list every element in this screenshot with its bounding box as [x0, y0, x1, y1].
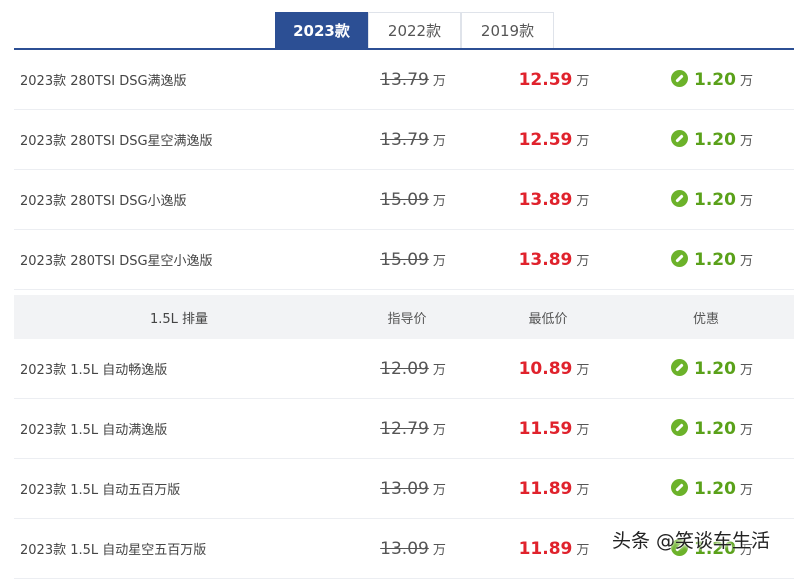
- lowest-price: 12.59: [518, 129, 573, 150]
- trim-name[interactable]: 2023款 280TSI DSG星空满逸版: [14, 130, 350, 149]
- unit: 万: [739, 193, 753, 209]
- discount: 1.20: [694, 189, 736, 210]
- lowest-price: 13.89: [518, 249, 573, 270]
- guide-price: 13.79: [380, 69, 429, 90]
- year-tabs: 2023款 2022款 2019款: [275, 12, 554, 48]
- unit: 万: [576, 542, 590, 558]
- unit: 万: [432, 73, 446, 89]
- header-guide: 指导价: [387, 311, 427, 327]
- unit: 万: [739, 362, 753, 378]
- unit: 万: [432, 542, 446, 558]
- trim-name[interactable]: 2023款 280TSI DSG星空小逸版: [14, 250, 350, 269]
- lowest-price: 11.89: [518, 538, 573, 559]
- guide-price: 12.79: [380, 418, 429, 439]
- unit: 万: [432, 422, 446, 438]
- discount: 1.20: [694, 358, 736, 379]
- discount: 1.20: [694, 129, 736, 150]
- table-row[interactable]: 2023款 280TSI DSG星空小逸版 15.09 万 13.89 万 1.20…: [14, 230, 794, 290]
- watermark: 头条 @笑谈车生活: [612, 530, 771, 552]
- lowest-price: 10.89: [518, 358, 573, 379]
- unit: 万: [739, 73, 753, 89]
- unit: 万: [432, 362, 446, 378]
- lowest-price: 11.89: [518, 478, 573, 499]
- unit: 万: [739, 482, 753, 498]
- discount-icon: [671, 418, 689, 436]
- guide-price: 15.09: [380, 189, 429, 210]
- discount: 1.20: [694, 478, 736, 499]
- discount-icon: [671, 478, 689, 496]
- discount-icon: [671, 189, 689, 207]
- discount-icon: [671, 69, 689, 87]
- unit: 万: [739, 253, 753, 269]
- unit: 万: [432, 193, 446, 209]
- header-disc: 优惠: [692, 311, 719, 327]
- group-header: 1.5L 排量 指导价 最低价 优惠: [14, 295, 794, 339]
- table-row[interactable]: 2023款 1.5L 自动满逸版 12.79 万 11.59 万 1.20 万: [14, 399, 794, 459]
- discount: 1.20: [694, 249, 736, 270]
- header-low: 最低价: [528, 311, 568, 327]
- unit: 万: [739, 133, 753, 149]
- discount-icon: [671, 358, 689, 376]
- discount-icon: [671, 249, 689, 267]
- price-table: 2023款 280TSI DSG满逸版 13.79 万 12.59 万 1.20 万 …: [14, 50, 794, 579]
- lowest-price: 11.59: [518, 418, 573, 439]
- unit: 万: [576, 253, 590, 269]
- trim-name[interactable]: 2023款 280TSI DSG满逸版: [14, 70, 350, 89]
- guide-price: 15.09: [380, 249, 429, 270]
- table-row[interactable]: 2023款 1.5L 自动畅逸版 12.09 万 10.89 万 1.20 万: [14, 339, 794, 399]
- unit: 万: [432, 253, 446, 269]
- table-row[interactable]: 2023款 280TSI DSG星空满逸版 13.79 万 12.59 万 1.20…: [14, 110, 794, 170]
- unit: 万: [576, 73, 590, 89]
- discount: 1.20: [694, 69, 736, 90]
- unit: 万: [576, 422, 590, 438]
- guide-price: 13.09: [380, 478, 429, 499]
- guide-price: 13.09: [380, 538, 429, 559]
- header-name: 1.5L 排量: [149, 311, 209, 327]
- lowest-price: 12.59: [518, 69, 573, 90]
- discount-icon: [671, 129, 689, 147]
- guide-price: 13.79: [380, 129, 429, 150]
- guide-price: 12.09: [380, 358, 429, 379]
- table-row[interactable]: 2023款 280TSI DSG小逸版 15.09 万 13.89 万 1.20 万: [14, 170, 794, 230]
- trim-name[interactable]: 2023款 280TSI DSG小逸版: [14, 190, 350, 209]
- unit: 万: [432, 133, 446, 149]
- discount: 1.20: [694, 418, 736, 439]
- tab-2022[interactable]: 2022款: [368, 12, 461, 48]
- unit: 万: [432, 482, 446, 498]
- table-row[interactable]: 2023款 1.5L 自动五百万版 13.09 万 11.89 万 1.20 万: [14, 459, 794, 519]
- unit: 万: [576, 133, 590, 149]
- trim-name[interactable]: 2023款 1.5L 自动五百万版: [14, 479, 350, 498]
- lowest-price: 13.89: [518, 189, 573, 210]
- tab-2019[interactable]: 2019款: [461, 12, 554, 48]
- table-row[interactable]: 2023款 280TSI DSG满逸版 13.79 万 12.59 万 1.20 万: [14, 50, 794, 110]
- trim-name[interactable]: 2023款 1.5L 自动畅逸版: [14, 359, 350, 378]
- tab-2023[interactable]: 2023款: [275, 12, 368, 48]
- trim-name[interactable]: 2023款 1.5L 自动星空五百万版: [14, 539, 350, 558]
- unit: 万: [576, 482, 590, 498]
- unit: 万: [576, 193, 590, 209]
- unit: 万: [576, 362, 590, 378]
- unit: 万: [739, 422, 753, 438]
- trim-name[interactable]: 2023款 1.5L 自动满逸版: [14, 419, 350, 438]
